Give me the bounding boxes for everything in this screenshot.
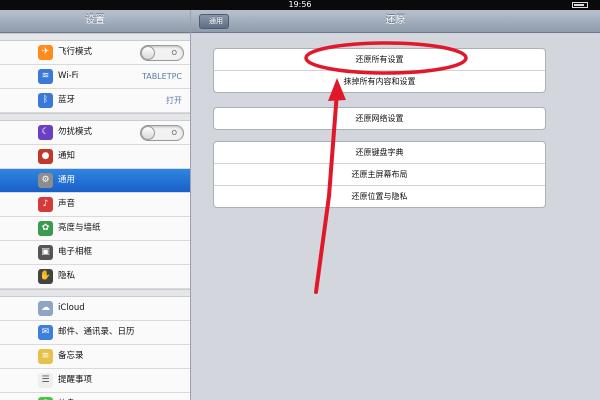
- sidebar-item-11[interactable]: ✉ 邮件、通讯录、日历: [0, 321, 190, 345]
- toggle-switch[interactable]: O: [140, 45, 184, 61]
- airplane-icon: ✈: [38, 45, 53, 60]
- battery-icon: [572, 2, 588, 8]
- sidebar-item-14[interactable]: ✆信息: [0, 393, 190, 400]
- sidebar-item-12[interactable]: ≡ 备忘录: [0, 345, 190, 369]
- reset-group-other: 还原键盘字典 还原主屏幕布局 还原位置与隐私: [213, 141, 546, 208]
- sidebar-item-4[interactable]: ● 通知: [0, 145, 190, 169]
- hand-icon: ✋: [38, 269, 53, 284]
- sidebar-item-label: 信息: [58, 393, 75, 400]
- page-title: 还原: [385, 15, 406, 26]
- gear-icon: ⚙: [38, 173, 53, 188]
- reset-option-button[interactable]: 还原所有设置: [214, 49, 545, 71]
- sidebar-item-value: TABLETPC: [141, 72, 182, 81]
- main-header: 通用 还原: [191, 10, 600, 33]
- toggle-knob: [141, 126, 155, 140]
- sidebar-item-label: 隐私: [58, 271, 76, 281]
- sidebar-item-label: 亮度与墙纸: [58, 223, 101, 233]
- sidebar-title: 设置: [0, 10, 190, 33]
- sidebar-item-10[interactable]: ☁ iCloud: [0, 297, 190, 321]
- sidebar-item-3[interactable]: ☾ 勿扰模式 O: [0, 121, 190, 145]
- sidebar-item-13[interactable]: ☰ 提醒事项: [0, 369, 190, 393]
- sidebar-item-label: 勿扰模式: [58, 127, 93, 137]
- sidebar-item-label: 备忘录: [58, 351, 84, 361]
- reset-option-button[interactable]: 还原网络设置: [214, 108, 545, 129]
- flower-icon: ✿: [38, 221, 53, 236]
- sidebar-item-label: 邮件、通讯录、日历: [58, 327, 135, 337]
- reset-group-all: 还原所有设置 抹掉所有内容和设置: [213, 48, 546, 93]
- status-bar: 19:56: [0, 0, 600, 10]
- settings-sidebar: 设置 ✈ 飞行模式 O ≋ Wi-Fi TABLETPC ᛒ 蓝牙 打开 ☾ 勿扰模式 O ● 通知 ⚙ 通…: [0, 10, 191, 400]
- sidebar-item-label: 电子相框: [58, 247, 93, 257]
- reset-panel: 通用 还原 还原所有设置 抹掉所有内容和设置 还原网络设置 还原键盘字典 还原主屏幕…: [191, 10, 600, 400]
- sidebar-item-label: 飞行模式: [58, 47, 93, 57]
- sidebar-item-label: 通用: [58, 175, 76, 185]
- sidebar-group-apps: ☁ iCloud ✉ 邮件、通讯录、日历 ≡ 备忘录 ☰ 提醒事项 ✆信息: [0, 297, 190, 400]
- bluetooth-icon: ᛒ: [38, 93, 53, 108]
- sidebar-item-value: 打开: [166, 96, 182, 105]
- sidebar-group-connectivity: ✈ 飞行模式 O ≋ Wi-Fi TABLETPC ᛒ 蓝牙 打开: [0, 41, 190, 113]
- sidebar-item-2[interactable]: ᛒ 蓝牙 打开: [0, 89, 190, 113]
- sidebar-item-7[interactable]: ✿ 亮度与墙纸: [0, 217, 190, 241]
- sidebar-item-label: 声音: [58, 199, 76, 209]
- sidebar-group-gap: [0, 33, 190, 41]
- toggle-state-label: O: [171, 129, 177, 137]
- sidebar-group-gap: [0, 113, 190, 121]
- sidebar-item-1[interactable]: ≋ Wi-Fi TABLETPC: [0, 65, 190, 89]
- speaker-icon: ♪: [38, 197, 53, 212]
- sidebar-item-6[interactable]: ♪ 声音: [0, 193, 190, 217]
- notifications-icon: ●: [38, 149, 53, 164]
- reminders-icon: ☰: [38, 373, 53, 388]
- sidebar-item-label: 蓝牙: [58, 95, 76, 105]
- sidebar-group-gap: [0, 289, 190, 297]
- sidebar-item-9[interactable]: ✋ 隐私: [0, 265, 190, 289]
- sidebar-item-label: 提醒事项: [58, 375, 93, 385]
- picture-frame-icon: ▣: [38, 245, 53, 260]
- sidebar-item-label: 通知: [58, 151, 76, 161]
- back-button[interactable]: 通用: [199, 14, 229, 29]
- moon-icon: ☾: [38, 125, 53, 140]
- toggle-knob: [141, 46, 155, 60]
- notes-icon: ≡: [38, 349, 53, 364]
- sidebar-group-system: ☾ 勿扰模式 O ● 通知 ⚙ 通用 ♪ 声音 ✿ 亮度与墙纸 ▣ 电子相框 ✋ 隐私: [0, 121, 190, 289]
- reset-group-network: 还原网络设置: [213, 107, 546, 130]
- sidebar-item-5[interactable]: ⚙ 通用: [0, 169, 190, 193]
- toggle-state-label: O: [171, 49, 177, 57]
- wifi-icon: ≋: [38, 69, 53, 84]
- cloud-icon: ☁: [38, 301, 53, 316]
- reset-option-button[interactable]: 还原键盘字典: [214, 142, 545, 164]
- mail-icon: ✉: [38, 325, 53, 340]
- toggle-switch[interactable]: O: [140, 125, 184, 141]
- reset-option-button[interactable]: 还原位置与隐私: [214, 186, 545, 207]
- sidebar-item-8[interactable]: ▣ 电子相框: [0, 241, 190, 265]
- sidebar-item-label: Wi-Fi: [58, 71, 79, 81]
- reset-option-button[interactable]: 还原主屏幕布局: [214, 164, 545, 186]
- sidebar-item-0[interactable]: ✈ 飞行模式 O: [0, 41, 190, 65]
- reset-option-button[interactable]: 抹掉所有内容和设置: [214, 71, 545, 92]
- sidebar-item-label: iCloud: [58, 303, 85, 313]
- status-time: 19:56: [288, 0, 312, 9]
